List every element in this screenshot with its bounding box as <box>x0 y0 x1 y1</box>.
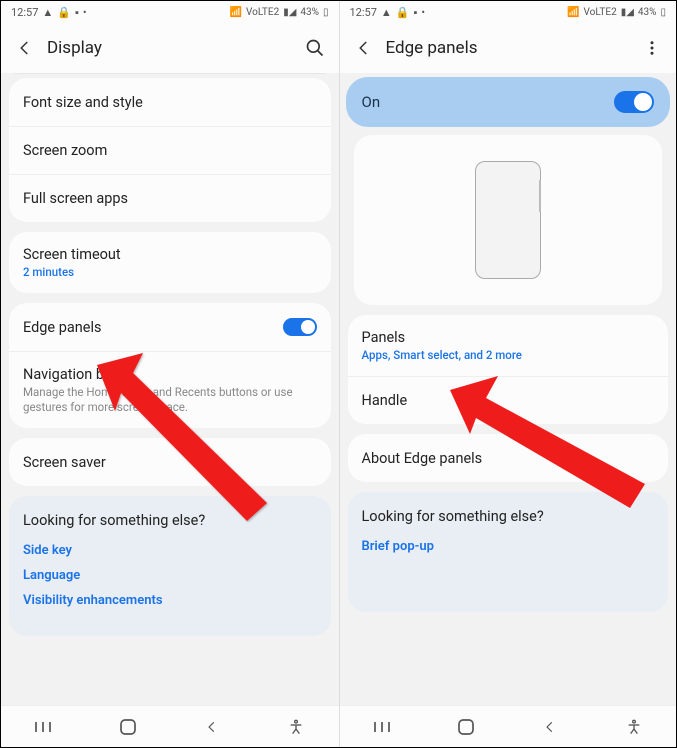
page-title: Display <box>47 38 293 58</box>
row-sublabel: Manage the Home, Back, and Recents butto… <box>23 385 317 414</box>
status-bar: 12:57 ▲ 🔒 ▪ • 📶 VoLTE2 ▮◢ 43% ▯ <box>1 1 339 23</box>
card-about: About Edge panels <box>348 434 669 482</box>
row-label: Navigation bar <box>23 366 317 383</box>
link-brief-popup[interactable]: Brief pop-up <box>362 539 655 554</box>
header: Edge panels <box>340 23 677 73</box>
row-label: Panels <box>362 329 655 346</box>
row-label: Handle <box>362 392 655 409</box>
card-display-1: Font size and style Screen zoom Full scr… <box>9 78 331 222</box>
content: Font size and style Screen zoom Full scr… <box>1 74 339 705</box>
signal-icon: ▮◢ <box>283 7 296 18</box>
looking-title: Looking for something else? <box>23 512 317 529</box>
navigation-bar <box>1 705 339 747</box>
row-sublabel: Apps, Smart select, and 2 more <box>362 348 655 362</box>
edge-panel-preview <box>354 135 663 305</box>
edge-panels-toggle[interactable] <box>283 318 317 336</box>
accessibility-icon[interactable] <box>624 717 644 737</box>
camera-icon: ▲ <box>42 6 53 19</box>
device-illustration-icon <box>475 161 541 279</box>
master-toggle-label: On <box>362 93 381 111</box>
message-icon: ▪ <box>414 6 418 19</box>
looking-card: Looking for something else? Side key Lan… <box>9 496 331 636</box>
page-title: Edge panels <box>386 38 631 58</box>
link-language[interactable]: Language <box>23 568 317 583</box>
nav-back-icon[interactable] <box>202 717 222 737</box>
row-full-screen-apps[interactable]: Full screen apps <box>9 174 331 222</box>
accessibility-icon[interactable] <box>286 717 306 737</box>
looking-card: Looking for something else? Brief pop-up <box>348 492 669 612</box>
row-label: Screen saver <box>23 454 317 471</box>
volte-icon: VoLTE2 <box>584 7 617 18</box>
more-options-icon[interactable] <box>642 38 662 58</box>
lock-icon: 🔒 <box>57 6 71 19</box>
battery-icon: ▯ <box>660 7 666 18</box>
row-font-size[interactable]: Font size and style <box>9 78 331 126</box>
status-bar: 12:57 ▲ 🔒 ▪ • 📶 VoLTE2 ▮◢ 43% ▯ <box>340 1 677 23</box>
more-icon: • <box>83 6 87 19</box>
navigation-bar <box>340 705 677 747</box>
row-label: Font size and style <box>23 94 317 111</box>
volte-icon: VoLTE2 <box>246 7 279 18</box>
phone-display-settings: 12:57 ▲ 🔒 ▪ • 📶 VoLTE2 ▮◢ 43% ▯ Display … <box>1 1 339 747</box>
nav-back-icon[interactable] <box>540 717 560 737</box>
row-navigation-bar[interactable]: Navigation bar Manage the Home, Back, an… <box>9 351 331 428</box>
card-timeout: Screen timeout 2 minutes <box>9 232 331 293</box>
row-screen-timeout[interactable]: Screen timeout 2 minutes <box>9 232 331 293</box>
back-icon[interactable] <box>15 38 35 58</box>
wifi-icon: 📶 <box>567 7 579 18</box>
looking-title: Looking for something else? <box>362 508 655 525</box>
row-sublabel: 2 minutes <box>23 265 317 279</box>
home-icon[interactable] <box>118 717 138 737</box>
back-icon[interactable] <box>354 38 374 58</box>
home-icon[interactable] <box>456 717 476 737</box>
camera-icon: ▲ <box>381 6 392 19</box>
row-panels[interactable]: Panels Apps, Smart select, and 2 more <box>348 315 669 376</box>
status-time: 12:57 <box>350 6 377 19</box>
battery-text: 43% <box>638 7 657 18</box>
card-panels-handle: Panels Apps, Smart select, and 2 more Ha… <box>348 315 669 424</box>
more-icon: • <box>421 6 425 19</box>
row-screen-zoom[interactable]: Screen zoom <box>9 126 331 174</box>
search-icon[interactable] <box>305 38 325 58</box>
row-label: Screen timeout <box>23 246 317 263</box>
row-handle[interactable]: Handle <box>348 376 669 424</box>
row-edge-panels[interactable]: Edge panels <box>9 303 331 351</box>
row-label: Full screen apps <box>23 190 317 207</box>
row-about-edge-panels[interactable]: About Edge panels <box>348 434 669 482</box>
row-label: Screen zoom <box>23 142 317 159</box>
lock-icon: 🔒 <box>396 6 410 19</box>
battery-text: 43% <box>300 7 319 18</box>
master-toggle[interactable] <box>614 91 654 113</box>
link-side-key[interactable]: Side key <box>23 543 317 558</box>
message-icon: ▪ <box>75 6 79 19</box>
link-visibility-enhancements[interactable]: Visibility enhancements <box>23 593 317 608</box>
battery-icon: ▯ <box>323 7 329 18</box>
row-label: Edge panels <box>23 319 283 336</box>
signal-icon: ▮◢ <box>621 7 634 18</box>
row-label: About Edge panels <box>362 450 655 467</box>
recents-icon[interactable] <box>372 717 392 737</box>
master-toggle-row[interactable]: On <box>346 77 671 127</box>
wifi-icon: 📶 <box>230 7 242 18</box>
phone-edge-panels-settings: 12:57 ▲ 🔒 ▪ • 📶 VoLTE2 ▮◢ 43% ▯ Edge pan… <box>339 1 677 747</box>
row-screen-saver[interactable]: Screen saver <box>9 438 331 486</box>
card-saver: Screen saver <box>9 438 331 486</box>
card-edge-nav: Edge panels Navigation bar Manage the Ho… <box>9 303 331 428</box>
recents-icon[interactable] <box>33 717 53 737</box>
status-time: 12:57 <box>11 6 38 19</box>
header: Display <box>1 23 339 73</box>
content: Panels Apps, Smart select, and 2 more Ha… <box>340 135 677 705</box>
